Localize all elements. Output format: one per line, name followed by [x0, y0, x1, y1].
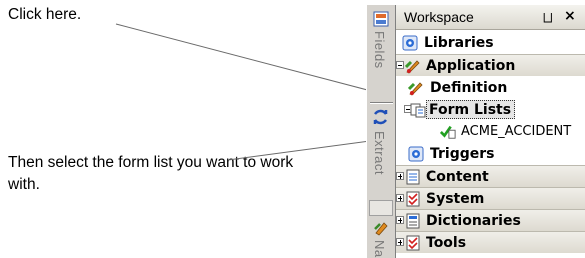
- libraries-icon: [402, 35, 418, 51]
- tab-separator-pressed: [369, 200, 393, 216]
- expand-icon[interactable]: [396, 216, 404, 224]
- dictionaries-label: Dictionaries: [426, 213, 521, 229]
- expand-icon[interactable]: [396, 194, 404, 202]
- tab-fields[interactable]: Fields: [367, 5, 396, 100]
- tree-item-triggers[interactable]: Triggers: [396, 143, 585, 165]
- callout-select-form-list: Then select the form list you want to wo…: [8, 154, 294, 193]
- tab-extract-label: Extract: [372, 131, 387, 175]
- tab-divider: [370, 102, 393, 104]
- form-lists-icon: [410, 103, 426, 118]
- check-icon: [440, 125, 456, 139]
- tree-item-definition[interactable]: Definition: [396, 77, 585, 99]
- tree-item-content[interactable]: Content: [396, 165, 585, 187]
- form-lists-label: Form Lists: [429, 102, 512, 118]
- tools-label: Tools: [426, 235, 467, 251]
- content-label: Content: [426, 169, 489, 185]
- tab-fields-label: Fields: [372, 31, 387, 69]
- tree-item-dictionaries[interactable]: Dictionaries: [396, 209, 585, 231]
- system-label: System: [426, 191, 485, 207]
- tree-item-form-list-entry[interactable]: ACME_ACCIDENT: [396, 121, 585, 143]
- tree-item-system[interactable]: System: [396, 187, 585, 209]
- extract-icon: [373, 109, 388, 125]
- collapse-icon[interactable]: [396, 61, 404, 69]
- expand-icon[interactable]: [396, 238, 404, 246]
- callout-click-here: Click here.: [8, 6, 82, 23]
- workspace-panel: Workspace ⨆ × Libraries Application Defi…: [396, 5, 585, 258]
- tools-icon: [406, 235, 420, 251]
- definition-label: Definition: [430, 80, 508, 96]
- pin-icon[interactable]: ⨆: [543, 9, 553, 25]
- tree-item-tools[interactable]: Tools: [396, 231, 585, 253]
- system-icon: [406, 191, 420, 207]
- content-icon: [406, 169, 420, 185]
- tab-next[interactable]: Na: [367, 218, 396, 258]
- workspace-header: Workspace ⨆ ×: [396, 5, 585, 30]
- leader-line-click-here: [115, 23, 399, 99]
- form-list-entry-label: ACME_ACCIDENT: [461, 124, 572, 139]
- tree-item-form-lists[interactable]: Form Lists: [396, 99, 585, 121]
- application-icon: [405, 60, 420, 74]
- fields-icon: [373, 11, 389, 27]
- expand-icon[interactable]: [396, 172, 404, 180]
- close-icon[interactable]: ×: [564, 8, 576, 24]
- workspace-title: Workspace: [404, 9, 474, 25]
- definition-icon: [408, 82, 423, 96]
- dictionaries-icon: [406, 213, 420, 229]
- tree-item-libraries[interactable]: Libraries: [396, 32, 585, 54]
- application-label: Application: [426, 58, 516, 74]
- pencil-icon: [374, 222, 388, 236]
- tab-next-label: Na: [372, 240, 387, 258]
- triggers-icon: [408, 146, 424, 162]
- vertical-tab-strip: Fields Extract Na: [366, 5, 396, 258]
- tree-item-application[interactable]: Application: [396, 54, 585, 76]
- libraries-label: Libraries: [424, 35, 494, 51]
- triggers-label: Triggers: [430, 146, 495, 162]
